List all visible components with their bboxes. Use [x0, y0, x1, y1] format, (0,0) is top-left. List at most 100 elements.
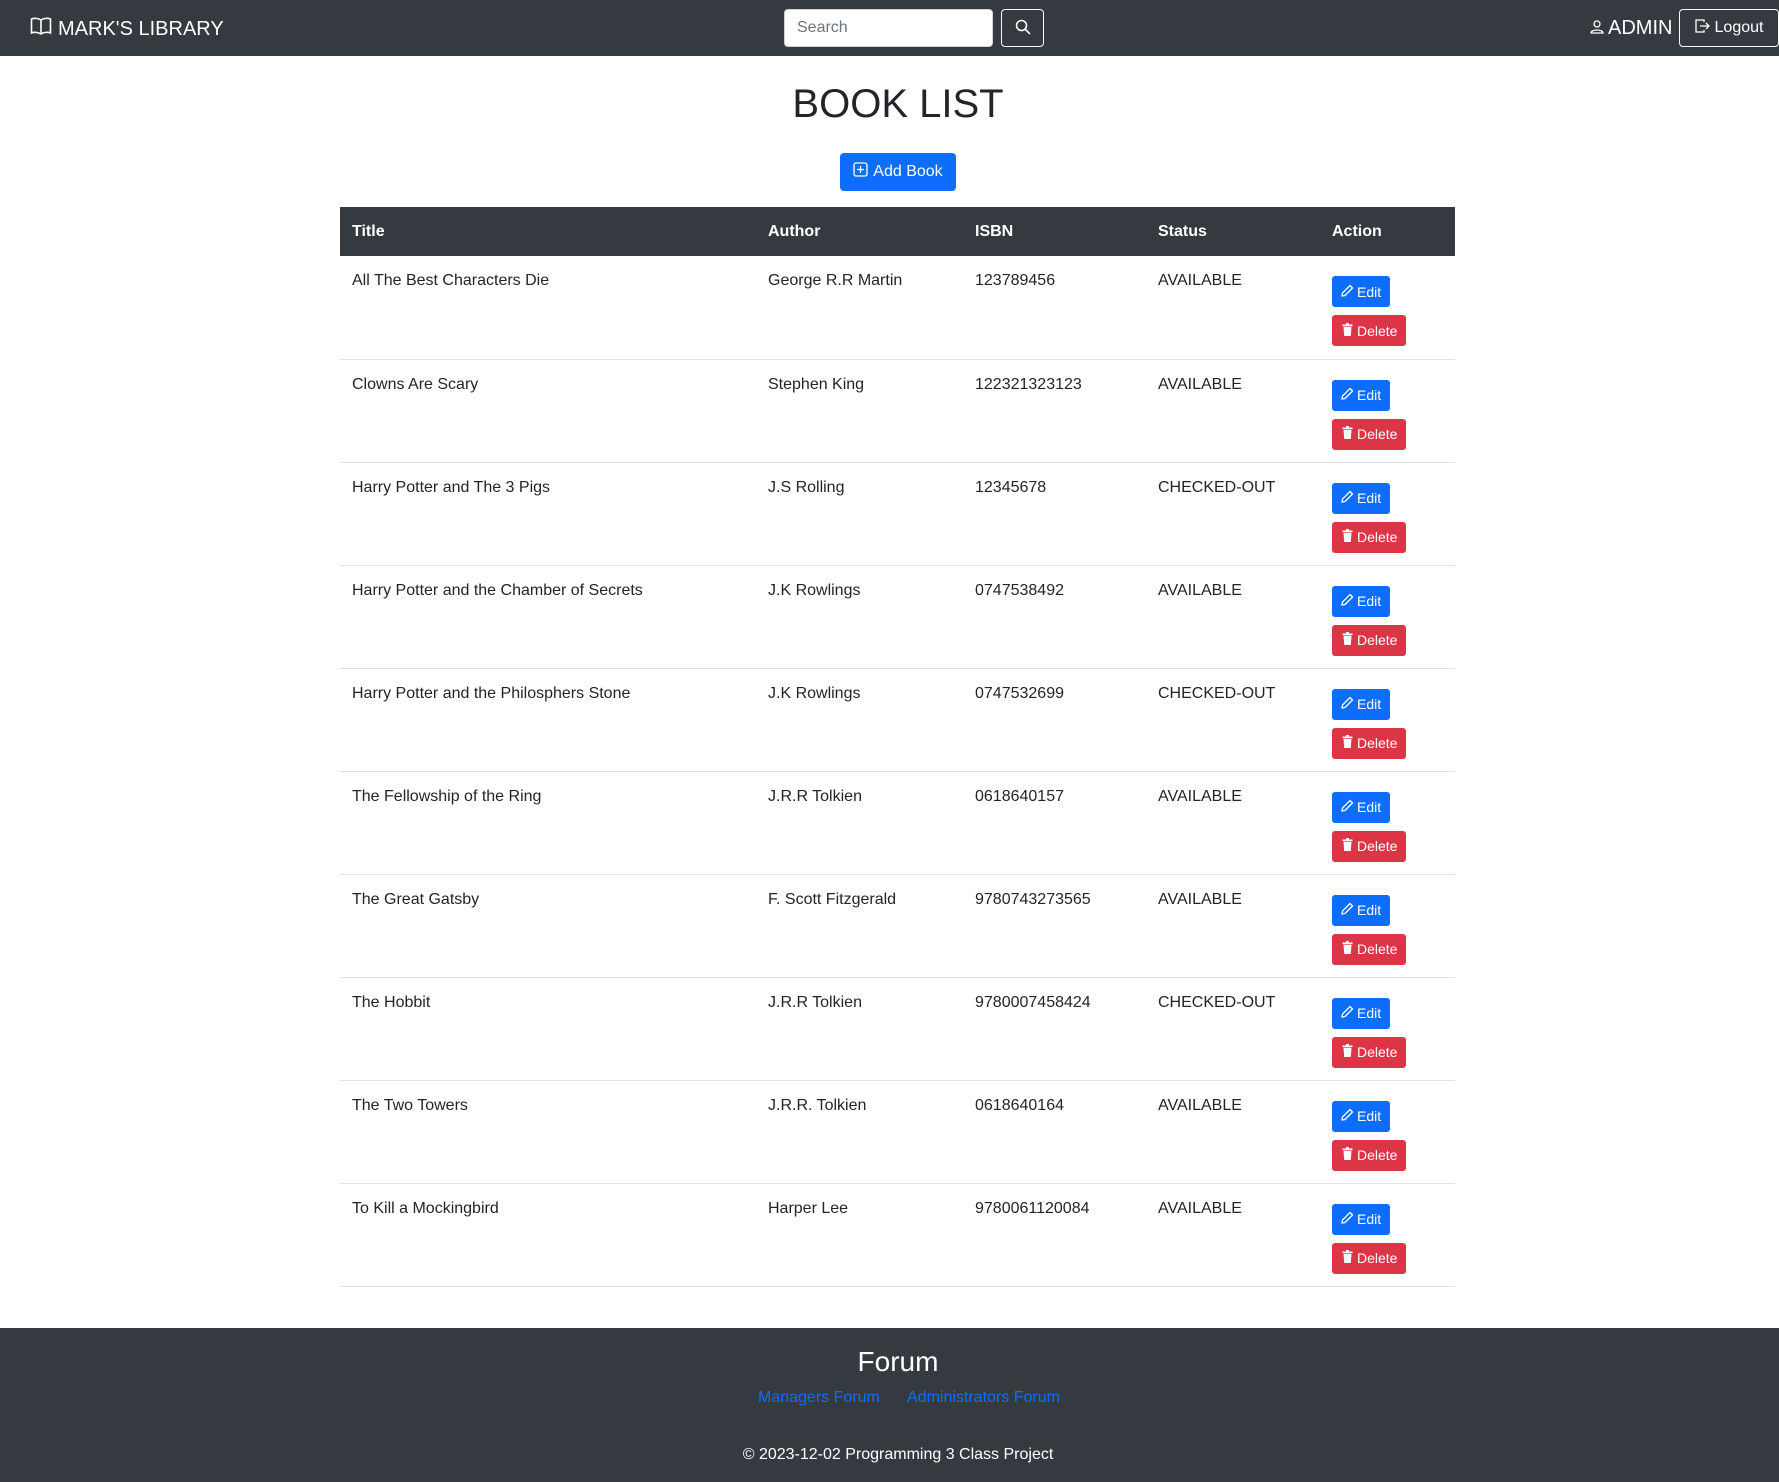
book-actions: Edit Delete [1320, 565, 1455, 669]
search-button[interactable] [1001, 9, 1044, 47]
copyright: © 2023-12-02 Programming 3 Class Project [742, 1446, 1054, 1463]
book-author: J.R.R Tolkien [756, 771, 963, 875]
table-row: The Fellowship of the Ring J.R.R Tolkien 0… [340, 771, 1455, 875]
book-actions: Edit Delete [1320, 1183, 1455, 1287]
edit-button[interactable]: Edit [1332, 997, 1391, 1029]
table-row: All The Best Characters Die George R.R Ma… [340, 256, 1455, 360]
book-status: AVAILABLE [1146, 359, 1320, 463]
pencil-icon [1341, 593, 1354, 609]
plus-square-icon [853, 162, 868, 182]
header-title: Title [352, 222, 385, 240]
edit-button[interactable]: Edit [1332, 276, 1391, 307]
delete-label: Delete [1357, 322, 1398, 339]
delete-label: Delete [1357, 1250, 1398, 1266]
book-title: Harry Potter and the Philosphers Stone [340, 668, 756, 772]
book-actions: Edit Delete [1320, 1080, 1455, 1184]
book-isbn: 123789456 [963, 256, 1146, 360]
user-name: ADMIN [1608, 17, 1673, 39]
edit-label: Edit [1357, 1005, 1382, 1021]
book-table: Title Author ISBN Status Action All The … [340, 207, 1455, 1287]
delete-button[interactable]: Delete [1332, 727, 1407, 759]
edit-label: Edit [1357, 387, 1382, 403]
managers-forum-link[interactable]: Managers Forum [758, 1389, 880, 1407]
edit-button[interactable]: Edit [1332, 379, 1391, 411]
delete-label: Delete [1357, 1044, 1398, 1060]
edit-label: Edit [1357, 1211, 1382, 1227]
book-status: AVAILABLE [1146, 565, 1320, 669]
table-body: All The Best Characters Die George R.R Ma… [340, 256, 1455, 1287]
book-isbn: 9780007458424 [963, 977, 1146, 1081]
delete-button[interactable]: Delete [1332, 1139, 1407, 1171]
edit-button[interactable]: Edit [1332, 482, 1391, 514]
add-book-button[interactable]: Add Book [840, 153, 956, 191]
table-row: The Great Gatsby F. Scott Fitzgerald 97807… [340, 874, 1455, 978]
book-actions: Edit Delete [1320, 668, 1455, 772]
logout-button[interactable]: Logout [1679, 9, 1779, 47]
book-author: J.R.R Tolkien [756, 977, 963, 1081]
delete-label: Delete [1357, 426, 1398, 442]
book-title: Clowns Are Scary [340, 359, 756, 463]
book-title: Harry Potter and The 3 Pigs [340, 462, 756, 566]
pencil-icon [1341, 799, 1354, 815]
header-action: Action [1332, 222, 1382, 240]
trash-icon [1341, 322, 1354, 339]
top-navbar: MARK'S LIBRARY ADMIN Logout [0, 0, 1779, 56]
book-status: AVAILABLE [1146, 1080, 1320, 1184]
book-isbn: 0747532699 [963, 668, 1146, 772]
delete-button[interactable]: Delete [1332, 933, 1407, 965]
table-row: The Two Towers J.R.R. Tolkien 0618640164 AV… [340, 1080, 1455, 1184]
delete-button[interactable]: Delete [1332, 1036, 1407, 1068]
trash-icon [1341, 941, 1354, 957]
pencil-icon [1341, 902, 1354, 918]
trash-icon [1341, 1250, 1354, 1266]
delete-button[interactable]: Delete [1332, 830, 1407, 862]
delete-button[interactable]: Delete [1332, 1242, 1407, 1274]
delete-button[interactable]: Delete [1332, 315, 1407, 346]
book-author: J.K Rowlings [756, 565, 963, 669]
edit-label: Edit [1357, 696, 1382, 712]
book-isbn: 122321323123 [963, 359, 1146, 463]
brand-label: MARK'S LIBRARY [58, 17, 224, 40]
table-row: The Hobbit J.R.R Tolkien 9780007458424 CHEC… [340, 977, 1455, 1081]
edit-button[interactable]: Edit [1332, 688, 1391, 720]
brand-link[interactable]: MARK'S LIBRARY [30, 16, 224, 42]
edit-button[interactable]: Edit [1332, 1203, 1391, 1235]
book-status: AVAILABLE [1146, 771, 1320, 875]
administrators-forum-link[interactable]: Administrators Forum [907, 1389, 1060, 1407]
logout-icon [1694, 18, 1710, 38]
header-author: Author [768, 222, 821, 240]
page-title: BOOK LIST [792, 82, 1004, 126]
edit-button[interactable]: Edit [1332, 894, 1391, 926]
table-row: Clowns Are Scary Stephen King 122321323123… [340, 359, 1455, 463]
book-isbn: 12345678 [963, 462, 1146, 566]
table-row: Harry Potter and the Chamber of Secrets J… [340, 565, 1455, 669]
book-actions: Edit Delete [1320, 977, 1455, 1081]
book-isbn: 9780743273565 [963, 874, 1146, 978]
search-input[interactable] [784, 9, 993, 47]
edit-button[interactable]: Edit [1332, 1100, 1391, 1132]
delete-button[interactable]: Delete [1332, 624, 1407, 656]
book-status: CHECKED-OUT [1146, 462, 1320, 566]
book-isbn: 0618640157 [963, 771, 1146, 875]
book-status: AVAILABLE [1146, 874, 1320, 978]
trash-icon [1341, 529, 1354, 545]
search-icon [1015, 19, 1031, 38]
trash-icon [1341, 838, 1354, 854]
book-status: AVAILABLE [1146, 256, 1320, 360]
delete-button[interactable]: Delete [1332, 521, 1407, 553]
delete-label: Delete [1357, 1147, 1398, 1163]
book-icon [30, 16, 52, 42]
delete-button[interactable]: Delete [1332, 418, 1407, 450]
book-status: CHECKED-OUT [1146, 668, 1320, 772]
edit-button[interactable]: Edit [1332, 791, 1391, 823]
book-author: Stephen King [756, 359, 963, 463]
book-title: Harry Potter and the Chamber of Secrets [340, 565, 756, 669]
book-author: George R.R Martin [756, 256, 963, 360]
pencil-icon [1341, 1005, 1354, 1021]
trash-icon [1341, 735, 1354, 751]
trash-icon [1341, 1044, 1354, 1060]
trash-icon [1341, 1147, 1354, 1163]
delete-label: Delete [1357, 941, 1398, 957]
edit-button[interactable]: Edit [1332, 585, 1391, 617]
table-row: Harry Potter and The 3 Pigs J.S Rolling 12… [340, 462, 1455, 566]
